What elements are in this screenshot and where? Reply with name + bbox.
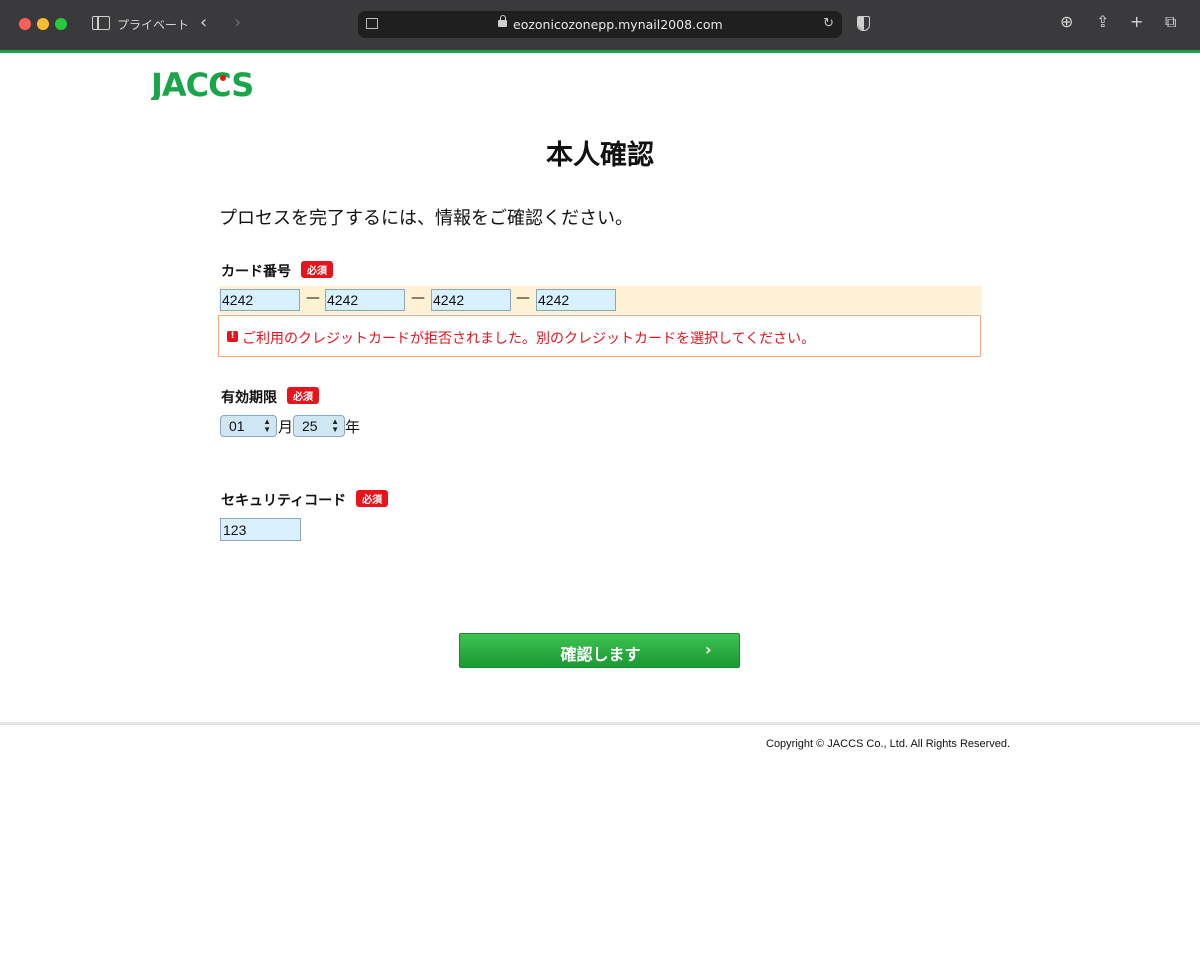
- sidebar-icon[interactable]: [92, 16, 110, 30]
- card-number-input-3[interactable]: [431, 289, 511, 311]
- security-code-label: セキュリティコード 必須: [221, 490, 389, 510]
- private-mode-label: プライベート: [117, 18, 190, 32]
- page-title: 本人確認: [546, 140, 654, 171]
- expiry-year-select[interactable]: 25 ▲ ▼: [293, 415, 345, 437]
- chevron-left-icon[interactable]: ‹: [200, 12, 207, 33]
- expiry-label: 有効期限 必須: [221, 387, 319, 407]
- card-separator: —: [411, 290, 425, 306]
- expiry-month-select[interactable]: 01 ▲ ▼: [220, 415, 277, 437]
- download-icon[interactable]: ⊕: [1060, 12, 1073, 31]
- month-unit: 月: [278, 418, 294, 436]
- footer-divider: [0, 722, 1200, 725]
- required-badge: 必須: [287, 387, 319, 404]
- select-arrows-icon: ▲ ▼: [331, 417, 339, 434]
- url-text[interactable]: eozonicozonepp.mynail2008.com: [513, 17, 723, 32]
- expiry-month-value: 01: [229, 418, 245, 434]
- error-icon: !: [227, 331, 238, 342]
- zoom-window-button[interactable]: [55, 18, 67, 30]
- copyright-text: Copyright © JACCS Co., Ltd. All Rights R…: [766, 738, 1011, 750]
- address-bar[interactable]: eozonicozonepp.mynail2008.com ↻: [358, 11, 842, 38]
- close-window-button[interactable]: [19, 18, 31, 30]
- reload-icon[interactable]: ↻: [823, 16, 834, 31]
- card-separator: —: [516, 290, 530, 306]
- card-number-row: — — —: [219, 286, 982, 314]
- chevron-right-icon[interactable]: ›: [234, 12, 241, 33]
- card-number-label: カード番号 必須: [221, 261, 333, 281]
- security-code-label-text: セキュリティコード: [221, 493, 347, 509]
- logo-text: JACCS: [151, 66, 253, 100]
- year-unit: 年: [345, 418, 361, 436]
- logo-dot: [220, 75, 226, 81]
- card-separator: —: [306, 290, 320, 306]
- plus-icon[interactable]: +: [1130, 12, 1143, 31]
- card-error-text: ご利用のクレジットカードが拒否されました。別のクレジットカードを選択してください…: [242, 331, 816, 347]
- tabs-icon[interactable]: ⧉: [1165, 12, 1176, 32]
- select-arrows-icon: ▲ ▼: [263, 417, 271, 434]
- confirm-button-label: 確認します: [560, 645, 641, 664]
- browser-toolbar: プライベート ‹ › eozonicozonepp.mynail2008.com…: [0, 0, 1200, 50]
- required-badge: 必須: [301, 261, 333, 278]
- card-error-message: ! ご利用のクレジットカードが拒否されました。別のクレジットカードを選択してくだ…: [218, 315, 981, 357]
- card-number-input-1[interactable]: [220, 289, 300, 311]
- page-icon[interactable]: [366, 18, 378, 29]
- card-number-label-text: カード番号: [221, 264, 291, 280]
- share-icon[interactable]: ⇪: [1096, 12, 1109, 31]
- card-number-input-2[interactable]: [325, 289, 405, 311]
- expiry-year-value: 25: [302, 418, 318, 434]
- shield-icon[interactable]: [857, 16, 870, 31]
- minimize-window-button[interactable]: [37, 18, 49, 30]
- card-number-input-4[interactable]: [536, 289, 616, 311]
- chevron-right-icon: ›: [705, 640, 712, 659]
- lock-icon: [498, 15, 507, 27]
- page-top-accent-line: [0, 50, 1200, 53]
- required-badge: 必須: [356, 490, 389, 507]
- jaccs-logo: JACCS: [151, 66, 254, 100]
- security-code-input[interactable]: [220, 518, 301, 541]
- expiry-label-text: 有効期限: [221, 390, 277, 406]
- confirm-button[interactable]: 確認します ›: [459, 633, 740, 668]
- intro-text: プロセスを完了するには、情報をご確認ください。: [219, 208, 633, 229]
